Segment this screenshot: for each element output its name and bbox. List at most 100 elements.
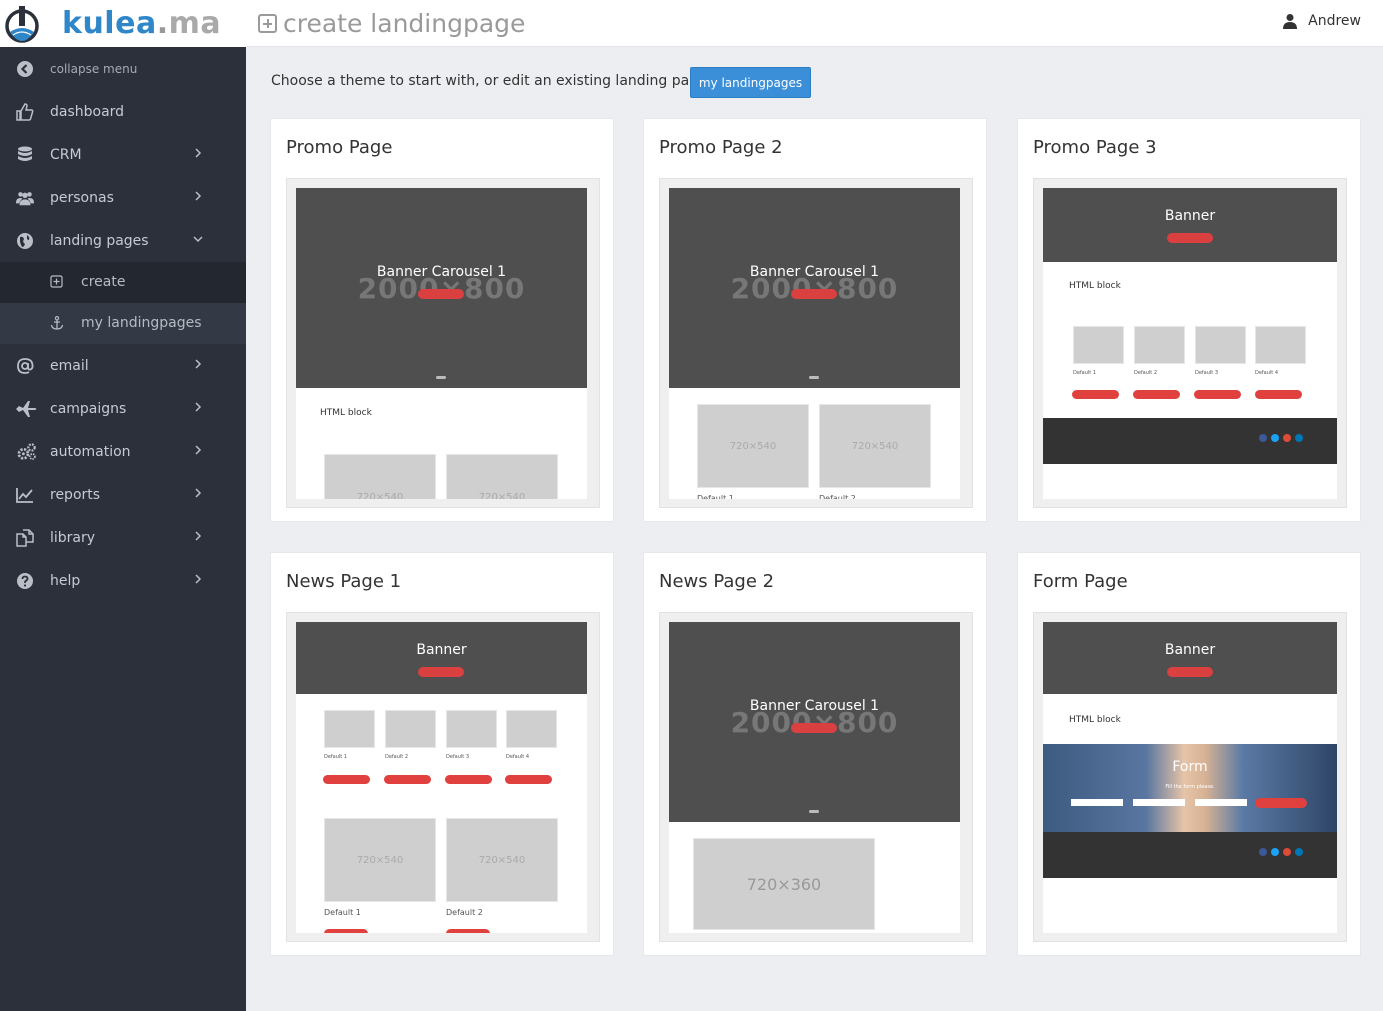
theme-thumbnail[interactable]: 2000×800 Banner Carousel 1 720×540 720×5…	[659, 178, 973, 508]
theme-thumbnail[interactable]: Banner HTML block Default 1 Default 2 De…	[1033, 178, 1347, 508]
thumb-html-block: HTML block	[320, 408, 372, 418]
thumb-image-placeholder: 720×360	[693, 838, 875, 930]
thumb-default-label: Default 1	[324, 754, 348, 760]
sidebar-item-personas[interactable]: personas	[0, 176, 246, 219]
sidebar-subitem-my-landingpages[interactable]: my landingpages	[0, 303, 246, 344]
theme-thumbnail[interactable]: 2000×800 Banner Carousel 1 HTML block 72…	[286, 178, 600, 508]
chevron-right-icon	[195, 191, 202, 201]
page-title: create landingpage	[258, 9, 525, 38]
copy-icon	[16, 529, 34, 547]
thumb-default-label: Default 3	[1195, 370, 1219, 376]
sidebar-item-email[interactable]: email	[0, 344, 246, 387]
theme-title: News Page 1	[286, 571, 402, 592]
thumb-default-label: Default 2	[385, 754, 409, 760]
thumb-carousel-dots	[809, 376, 819, 379]
thumb-default-label: Default 4	[1255, 370, 1279, 376]
thumb-image-placeholder: 720×540	[819, 404, 931, 488]
thumb-banner-title: Banner	[416, 642, 467, 658]
thumb-default-label: Default 2	[446, 908, 483, 917]
plus-square-icon	[258, 14, 277, 33]
chevron-right-icon	[195, 402, 202, 412]
logo[interactable]: kulea.ma	[0, 0, 246, 47]
sidebar-item-landing-pages[interactable]: landing pages	[0, 219, 246, 262]
thumb-read-more-button	[445, 775, 492, 784]
thumb-image-placeholder	[506, 710, 557, 748]
thumb-banner-area	[1043, 188, 1337, 262]
theme-card-promo-page[interactable]: Promo Page 2000×800 Banner Carousel 1 HT…	[270, 118, 614, 522]
sidebar-item-crm[interactable]: CRM	[0, 133, 246, 176]
thumb-read-more-button	[418, 289, 464, 299]
thumb-footer	[1043, 832, 1337, 878]
thumb-read-more-button	[418, 667, 464, 677]
theme-card-news-page-1[interactable]: News Page 1 Banner Default 1 Default 2 D…	[270, 552, 614, 956]
thumb-banner-area	[1043, 622, 1337, 694]
thumb-read-more-button	[1255, 390, 1302, 399]
theme-thumbnail[interactable]: 2000×800 Banner Carousel 1 720×360	[659, 612, 973, 942]
thumb-carousel-dots	[809, 810, 819, 813]
chevron-down-icon	[193, 236, 203, 243]
thumb-banner-title: Banner Carousel 1	[376, 264, 507, 280]
thumb-read-more-button	[1072, 390, 1119, 399]
theme-card-promo-page-3[interactable]: Promo Page 3 Banner HTML block Default 1…	[1017, 118, 1361, 522]
globe-icon	[16, 232, 34, 250]
theme-title: Promo Page 3	[1033, 137, 1157, 158]
thumb-submit-button	[1255, 798, 1307, 808]
thumb-read-more-button	[1194, 390, 1241, 399]
thumb-html-block: HTML block	[1069, 281, 1121, 291]
thumbnail-preview: 2000×800 Banner Carousel 1 HTML block 72…	[296, 188, 587, 499]
sidebar-item-campaigns[interactable]: campaigns	[0, 387, 246, 430]
theme-card-promo-page-2[interactable]: Promo Page 2 2000×800 Banner Carousel 1 …	[643, 118, 987, 522]
thumb-default-label: Default 2	[1134, 370, 1158, 376]
chevron-right-icon	[195, 359, 202, 369]
sidebar-item-help[interactable]: help	[0, 559, 246, 602]
thumb-default-label: Default 1	[697, 494, 734, 499]
thumb-read-more-button	[1167, 667, 1213, 677]
linkedin-icon	[1295, 434, 1303, 442]
thumb-read-more-button	[384, 775, 431, 784]
thumb-image-placeholder	[324, 710, 375, 748]
google-plus-icon	[1283, 848, 1291, 856]
theme-card-news-page-2[interactable]: News Page 2 2000×800 Banner Carousel 1 7…	[643, 552, 987, 956]
plus-square-icon	[50, 275, 63, 288]
logo-icon	[5, 6, 39, 43]
thumb-image-placeholder: 720×540	[324, 818, 436, 902]
database-icon	[16, 146, 34, 164]
thumb-carousel-dots	[436, 376, 446, 379]
thumb-default-label: Default 4	[506, 754, 530, 760]
line-chart-icon	[16, 486, 34, 504]
sidebar-subitem-create[interactable]: create	[0, 262, 246, 303]
sidebar-item-library[interactable]: library	[0, 516, 246, 559]
thumb-banner-title: Banner Carousel 1	[749, 264, 880, 280]
my-landingpages-button[interactable]: my landingpages	[690, 67, 811, 98]
sidebar-item-collapse-menu[interactable]: collapse menu	[0, 47, 246, 90]
chevron-right-icon	[195, 574, 202, 584]
thumb-default-label: Default 2	[819, 494, 856, 499]
thumbnail-preview: Banner Default 1 Default 2 Default 3 Def…	[296, 622, 587, 933]
chevron-right-icon	[195, 531, 202, 541]
sidebar-item-automation[interactable]: automation	[0, 430, 246, 473]
facebook-icon	[1259, 434, 1267, 442]
theme-thumbnail[interactable]: Banner Default 1 Default 2 Default 3 Def…	[286, 612, 600, 942]
thumb-image-placeholder: 720×540	[697, 404, 809, 488]
thumb-image-placeholder	[1255, 326, 1306, 364]
thumbnail-preview: 2000×800 Banner Carousel 1 720×540 720×5…	[669, 188, 960, 499]
thumb-read-more-button	[324, 929, 368, 933]
thumb-banner-area	[296, 622, 587, 694]
theme-card-form-page[interactable]: Form Page Banner HTML block Form Fill th…	[1017, 552, 1361, 956]
thumb-read-more-button	[791, 723, 837, 733]
sidebar-item-dashboard[interactable]: dashboard	[0, 90, 246, 133]
thumb-image-placeholder	[446, 710, 497, 748]
cogs-icon	[16, 443, 38, 461]
theme-thumbnail[interactable]: Banner HTML block Form Fill the form ple…	[1033, 612, 1347, 942]
twitter-icon	[1271, 434, 1279, 442]
twitter-icon	[1271, 848, 1279, 856]
thumb-image-placeholder	[1073, 326, 1124, 364]
sidebar-item-reports[interactable]: reports	[0, 473, 246, 516]
chevron-left-circle-icon	[16, 60, 34, 78]
intro-text: Choose a theme to start with, or edit an…	[271, 73, 724, 89]
user-menu[interactable]: Andrew	[1282, 13, 1361, 29]
sidebar: collapse menu dashboard CRM personas lan…	[0, 47, 246, 1011]
thumb-form-title: Form	[1172, 759, 1208, 775]
thumb-read-more-button	[1167, 233, 1213, 243]
thumbnail-preview: 2000×800 Banner Carousel 1 720×360	[669, 622, 960, 933]
